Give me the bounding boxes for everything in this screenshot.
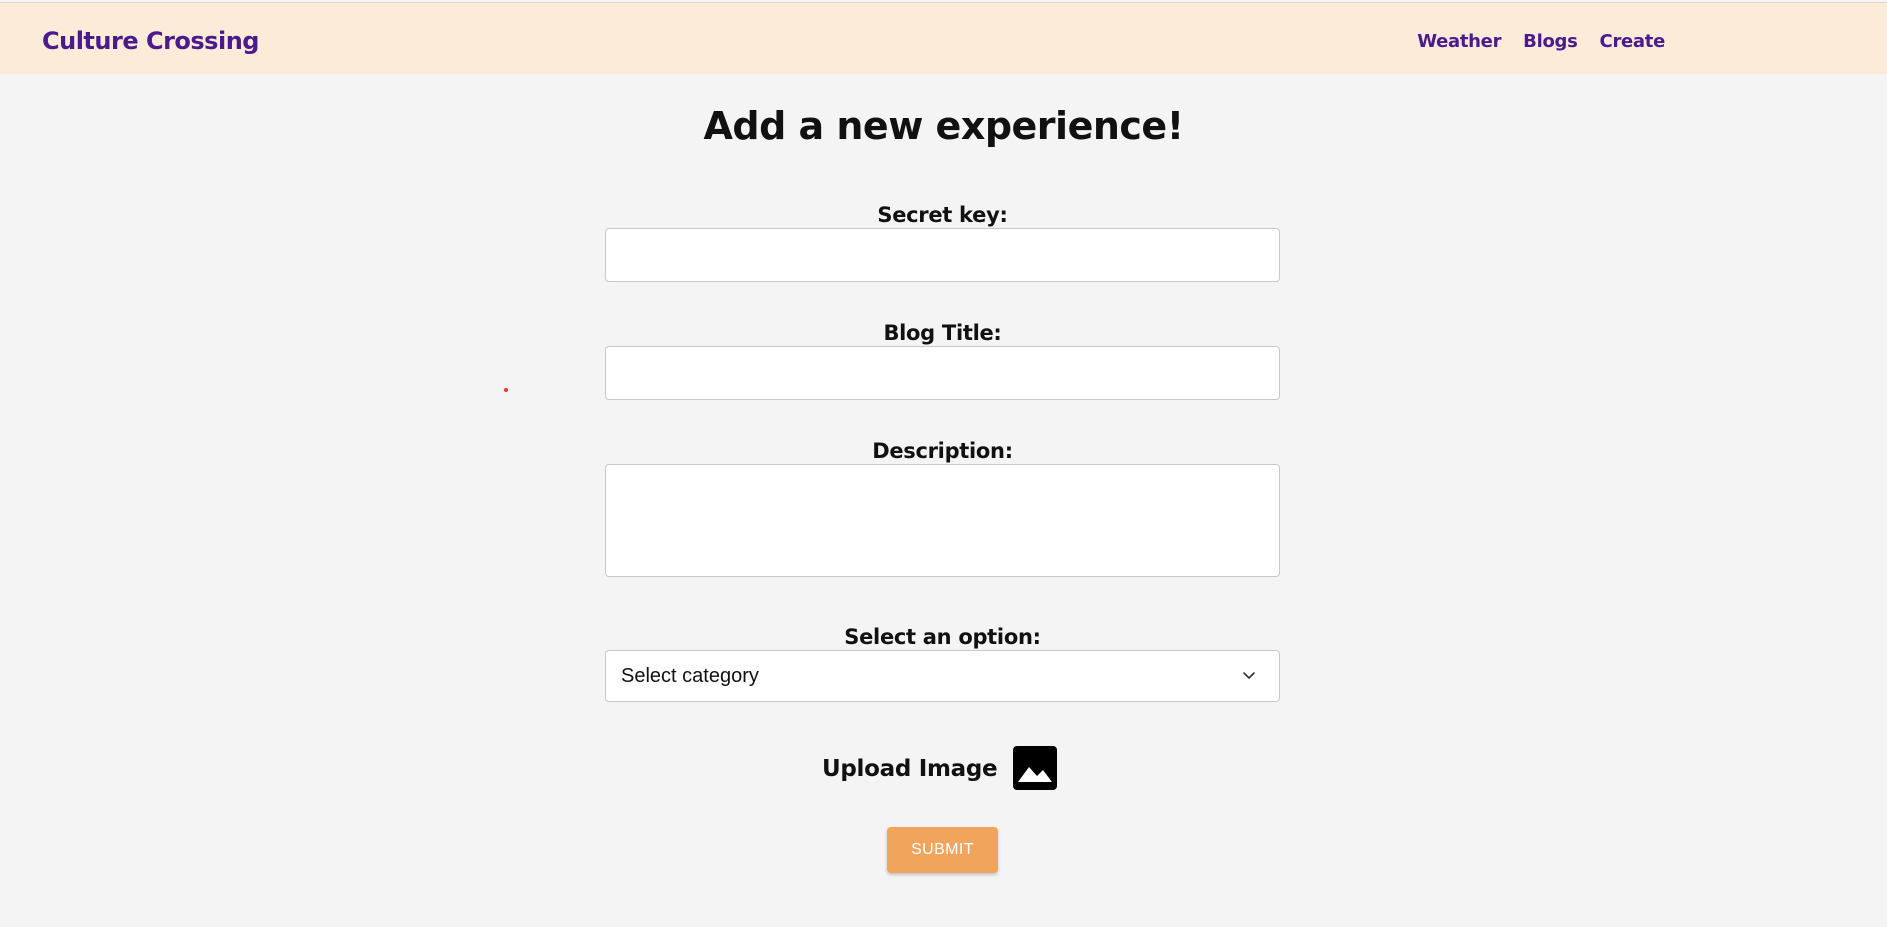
category-select-value: Select category	[621, 665, 759, 687]
nav-link-create[interactable]: Create	[1600, 31, 1666, 52]
category-select[interactable]: Select category	[605, 650, 1280, 702]
secret-key-label: Secret key:	[877, 203, 1008, 227]
top-navbar: Culture Crossing Weather Blogs Create	[0, 2, 1887, 74]
nav-link-weather[interactable]: Weather	[1417, 31, 1501, 52]
category-label: Select an option:	[844, 625, 1041, 649]
nav-links: Weather Blogs Create	[1417, 31, 1665, 52]
description-label: Description:	[872, 439, 1013, 463]
description-textarea[interactable]	[605, 464, 1280, 577]
image-icon[interactable]	[1013, 746, 1057, 790]
submit-button[interactable]: SUBMIT	[887, 827, 998, 873]
upload-image-label: Upload Image	[822, 756, 998, 782]
secret-key-input[interactable]	[605, 228, 1280, 282]
brand-logo[interactable]: Culture Crossing	[42, 27, 259, 55]
blog-title-input[interactable]	[605, 346, 1280, 400]
chevron-down-icon	[1243, 672, 1255, 679]
page-title: Add a new experience!	[703, 104, 1184, 148]
nav-link-blogs[interactable]: Blogs	[1523, 31, 1578, 52]
blog-title-label: Blog Title:	[883, 321, 1002, 345]
red-dot	[504, 388, 508, 392]
